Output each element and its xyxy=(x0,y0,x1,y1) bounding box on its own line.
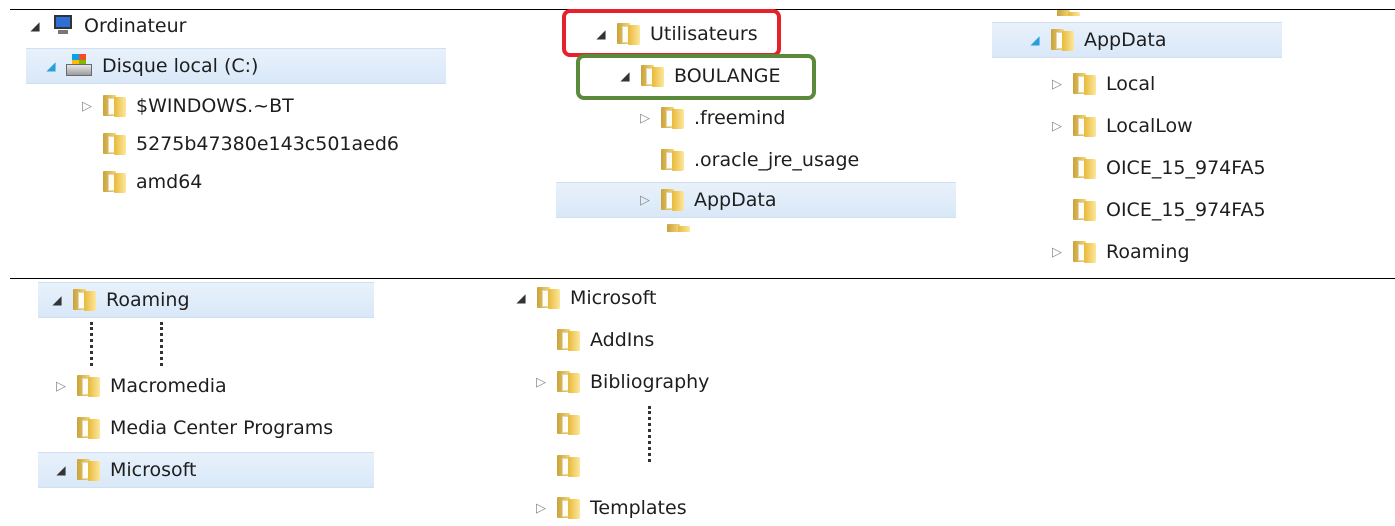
collapsed-arrow-icon[interactable]: ▷ xyxy=(636,182,654,218)
highlight-box-red xyxy=(562,9,781,57)
tree-item-label: AddIns xyxy=(590,329,655,351)
local-drive-icon xyxy=(66,54,92,78)
expanded-arrow-icon[interactable]: ◢ xyxy=(42,48,60,84)
tree-item-label: Disque local (C:) xyxy=(102,55,259,77)
tree-item-label: Media Center Programs xyxy=(110,417,334,439)
tree-item-oice-2[interactable]: OICE_15_974FA5 xyxy=(1072,192,1282,228)
tree-item-macromedia[interactable]: ▷ Macromedia xyxy=(52,368,227,404)
tree-item-ordinateur[interactable]: ◢ Ordinateur xyxy=(26,8,186,44)
folder-icon xyxy=(1072,73,1096,95)
tree-item-unnamed-2[interactable] xyxy=(556,448,590,484)
tree-item-label: OICE_15_974FA5 xyxy=(1106,199,1266,221)
expanded-arrow-icon[interactable]: ◢ xyxy=(26,8,44,44)
expanded-arrow-icon[interactable]: ◢ xyxy=(48,282,66,318)
panel-roaming-tree: ◢ Roaming ▷ Macromedia Media Center Prog… xyxy=(38,282,374,492)
folder-icon xyxy=(76,459,100,481)
folder-icon-partial xyxy=(1056,10,1080,16)
collapsed-arrow-icon[interactable]: ▷ xyxy=(532,490,550,526)
tree-item-bibliography[interactable]: ▷ Bibliography xyxy=(532,364,709,400)
tree-item-label: amd64 xyxy=(136,171,203,193)
collapsed-arrow-icon[interactable]: ▷ xyxy=(532,364,550,400)
folder-icon xyxy=(76,375,100,397)
tree-item-label: Roaming xyxy=(1106,241,1190,263)
expanded-arrow-icon[interactable]: ◢ xyxy=(52,452,70,488)
folder-icon xyxy=(556,497,580,519)
ellipsis-vertical-dots xyxy=(90,322,96,366)
expanded-arrow-icon[interactable]: ◢ xyxy=(512,280,530,316)
tree-item-microsoft[interactable]: ◢ Microsoft xyxy=(38,452,374,488)
folder-icon xyxy=(1072,115,1096,137)
folder-icon xyxy=(102,133,126,155)
tree-item-roaming-root[interactable]: ◢ Roaming xyxy=(38,282,374,318)
tree-item-unnamed-1[interactable] xyxy=(556,406,590,442)
tree-item-microsoft-root[interactable]: ◢ Microsoft xyxy=(512,280,656,316)
collapsed-arrow-icon[interactable]: ▷ xyxy=(636,100,654,136)
tree-item-media-center[interactable]: Media Center Programs xyxy=(76,410,333,446)
folder-icon xyxy=(536,287,560,309)
ellipsis-vertical-dots xyxy=(160,322,166,366)
tree-item-label: OICE_15_974FA5 xyxy=(1106,157,1266,179)
tree-item-amd64[interactable]: amd64 xyxy=(102,164,202,200)
folder-icon-partial xyxy=(666,224,690,232)
tree-item-freemind[interactable]: ▷ .freemind xyxy=(636,100,785,136)
tree-item-label: LocalLow xyxy=(1106,115,1193,137)
folder-icon xyxy=(556,371,580,393)
folder-icon xyxy=(1050,29,1074,51)
tree-item-oracle-jre[interactable]: .oracle_jre_usage xyxy=(660,142,859,178)
highlight-box-green xyxy=(576,54,816,100)
tree-item-templates[interactable]: ▷ Templates xyxy=(532,490,687,526)
collapsed-arrow-icon[interactable]: ▷ xyxy=(1048,108,1066,144)
tree-item-label: Ordinateur xyxy=(84,15,187,37)
folder-icon xyxy=(1072,241,1096,263)
tree-item-label: Roaming xyxy=(106,289,190,311)
folder-icon xyxy=(660,189,684,211)
tree-item-local[interactable]: ▷ Local xyxy=(1048,66,1155,102)
middle-separator-line xyxy=(10,278,1395,279)
folder-icon xyxy=(1072,157,1096,179)
collapsed-arrow-icon[interactable]: ▷ xyxy=(1048,66,1066,102)
tree-item-label: Bibliography xyxy=(590,371,710,393)
tree-item-label: 5275b47380e143c501aed6 xyxy=(136,133,400,155)
tree-item-oice-1[interactable]: OICE_15_974FA5 xyxy=(1072,150,1282,186)
tree-item-label: Microsoft xyxy=(570,287,657,309)
folder-icon xyxy=(556,329,580,351)
tree-item-locallow[interactable]: ▷ LocalLow xyxy=(1048,108,1193,144)
tree-item-5275b[interactable]: 5275b47380e143c501aed6 xyxy=(102,126,399,162)
folder-icon xyxy=(556,413,580,435)
tree-item-label: AppData xyxy=(1084,29,1167,51)
tree-item-addins[interactable]: AddIns xyxy=(556,322,654,358)
tree-item-appdata[interactable]: ▷ AppData xyxy=(556,182,956,218)
folder-icon xyxy=(660,107,684,129)
tree-item-label: .freemind xyxy=(694,107,786,129)
tree-item-label: Microsoft xyxy=(110,459,197,481)
ellipsis-vertical-dots xyxy=(648,406,654,462)
tree-item-roaming[interactable]: ▷ Roaming xyxy=(1048,234,1190,270)
folder-icon xyxy=(102,95,126,117)
collapsed-arrow-icon[interactable]: ▷ xyxy=(52,368,70,404)
folder-icon xyxy=(72,289,96,311)
collapsed-arrow-icon[interactable]: ▷ xyxy=(78,88,96,124)
folder-icon xyxy=(660,149,684,171)
collapsed-arrow-icon[interactable]: ▷ xyxy=(1048,234,1066,270)
tree-item-windows-bt[interactable]: ▷ $WINDOWS.~BT xyxy=(78,88,294,124)
tree-item-label: Templates xyxy=(590,497,687,519)
tree-item-label: Macromedia xyxy=(110,375,227,397)
tree-item-label: AppData xyxy=(694,189,777,211)
tree-item-label: $WINDOWS.~BT xyxy=(136,95,294,117)
panel-computer-tree: ◢ Ordinateur ◢ Disque local (C:) ▷ $WIND… xyxy=(18,10,458,205)
expanded-arrow-icon[interactable]: ◢ xyxy=(1026,22,1044,58)
tree-item-appdata-root[interactable]: ◢ AppData xyxy=(992,22,1282,58)
folder-icon xyxy=(102,171,126,193)
computer-icon xyxy=(50,15,74,37)
folder-icon xyxy=(556,455,580,477)
tree-item-label: .oracle_jre_usage xyxy=(694,149,860,171)
folder-icon xyxy=(1072,199,1096,221)
tree-item-disque-local[interactable]: ◢ Disque local (C:) xyxy=(26,48,446,84)
panel-appdata-tree: ◢ AppData ▷ Local ▷ LocalLow OICE_15_974… xyxy=(992,10,1282,272)
panel-microsoft-tree: ◢ Microsoft AddIns ▷ Bibliography ▷ Temp… xyxy=(512,280,750,520)
tree-item-label: Local xyxy=(1106,73,1156,95)
folder-icon xyxy=(76,417,100,439)
